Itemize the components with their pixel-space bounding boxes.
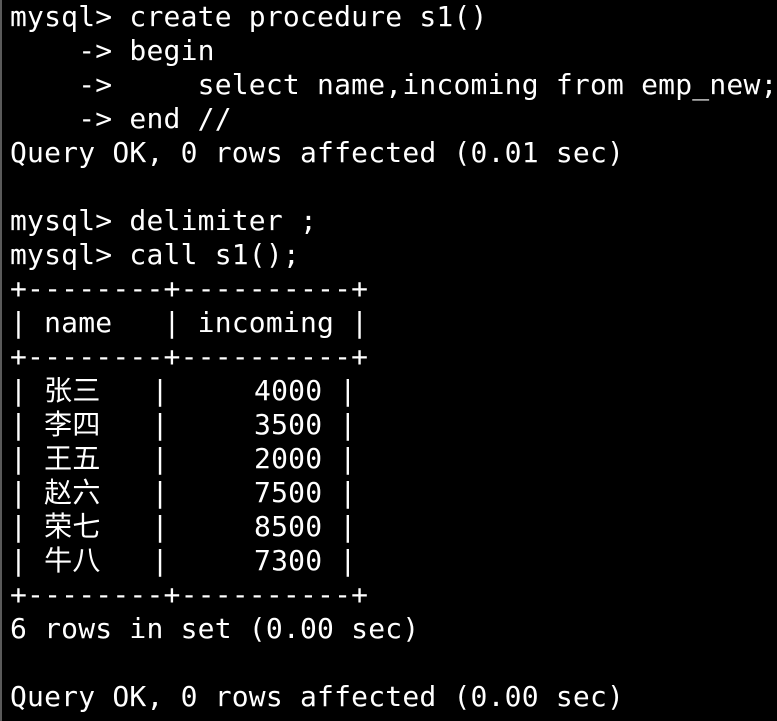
- table-row: | 赵六 | 7500 |: [10, 476, 357, 509]
- continuation-line-begin: -> begin: [10, 34, 215, 67]
- continuation-line-select: -> select name,incoming from emp_new;: [10, 68, 777, 101]
- continuation-line-end: -> end //: [10, 102, 232, 135]
- table-border-top: +--------+----------+: [10, 272, 369, 305]
- table-header-row: | name | incoming |: [10, 306, 369, 339]
- table-row: | 张三 | 4000 |: [10, 374, 357, 407]
- table-border-header: +--------+----------+: [10, 340, 369, 373]
- table-row: | 王五 | 2000 |: [10, 442, 357, 475]
- prompt-line-delimiter: mysql> delimiter ;: [10, 204, 318, 237]
- table-row: | 荣七 | 8500 |: [10, 510, 357, 543]
- prompt-line-call: mysql> call s1();: [10, 238, 300, 271]
- result-line: 6 rows in set (0.00 sec): [10, 612, 420, 645]
- table-border-bottom: +--------+----------+: [10, 578, 369, 611]
- result-line: Query OK, 0 rows affected (0.00 sec): [10, 680, 625, 713]
- result-line: Query OK, 0 rows affected (0.01 sec): [10, 136, 625, 169]
- terminal-output: mysql> create procedure s1() -> begin ->…: [10, 0, 777, 714]
- prompt-line-create-procedure: mysql> create procedure s1(): [10, 0, 488, 33]
- terminal-window[interactable]: mysql> create procedure s1() -> begin ->…: [0, 0, 777, 721]
- table-row: | 牛八 | 7300 |: [10, 544, 357, 577]
- table-row: | 李四 | 3500 |: [10, 408, 357, 441]
